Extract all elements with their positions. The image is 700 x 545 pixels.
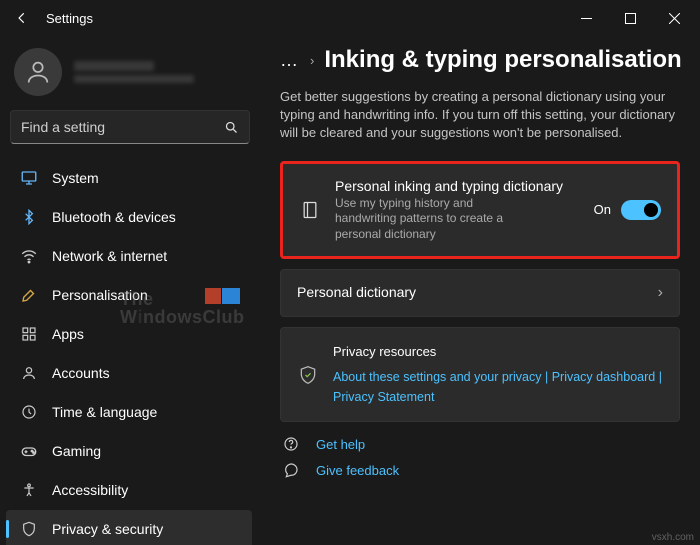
brush-icon [20,286,38,304]
nav-label: Accessibility [52,482,128,498]
page-description: Get better suggestions by creating a per… [260,82,700,161]
nav-label: System [52,170,99,186]
avatar [14,48,62,96]
privacy-link-about[interactable]: About these settings and your privacy [333,370,541,384]
give-feedback-label: Give feedback [316,463,399,478]
nav-list: System Bluetooth & devices Network & int… [4,158,256,545]
nav-gaming[interactable]: Gaming [6,432,252,470]
toggle-subtitle: Use my typing history and handwriting pa… [335,196,535,243]
close-button[interactable] [652,0,696,36]
privacy-title: Privacy resources [333,342,663,363]
nav-accounts[interactable]: Accounts [6,354,252,392]
feedback-icon [280,462,302,478]
privacy-resources-card: Privacy resources About these settings a… [280,327,680,422]
nav-label: Gaming [52,443,101,459]
title-bar: Settings [0,0,700,36]
privacy-link-statement[interactable]: Privacy Statement [333,390,434,404]
nav-label: Network & internet [52,248,167,264]
toggle-state-label: On [594,202,611,217]
nav-network[interactable]: Network & internet [6,237,252,275]
nav-label: Privacy & security [52,521,163,537]
main-content: … › Inking & typing personalisation Get … [260,36,700,545]
nav-accessibility[interactable]: Accessibility [6,471,252,509]
window-title: Settings [40,11,93,26]
nav-label: Time & language [52,404,157,420]
search-input[interactable]: Find a setting [10,110,250,144]
nav-system[interactable]: System [6,159,252,197]
breadcrumb-more[interactable]: … [280,50,300,71]
dictionary-toggle[interactable] [621,200,661,220]
help-icon [280,436,302,452]
maximize-button[interactable] [608,0,652,36]
wifi-icon [20,247,38,265]
back-button[interactable] [4,0,40,36]
nav-time-language[interactable]: Time & language [6,393,252,431]
nav-apps[interactable]: Apps [6,315,252,353]
user-profile[interactable] [4,42,256,110]
person-icon [20,364,38,382]
get-help-label: Get help [316,437,365,452]
bluetooth-icon [20,208,38,226]
toggle-title: Personal inking and typing dictionary [335,178,580,194]
dictionary-toggle-card: Personal inking and typing dictionary Us… [280,161,680,260]
nav-label: Accounts [52,365,110,381]
personal-dictionary-title: Personal dictionary [297,284,644,300]
monitor-icon [20,169,38,187]
chevron-right-icon: › [310,53,314,68]
privacy-link-dashboard[interactable]: Privacy dashboard [552,370,656,384]
user-name-blurred [74,61,194,83]
nav-personalisation[interactable]: Personalisation [6,276,252,314]
sidebar: Find a setting System Bluetooth & device… [0,36,260,545]
accessibility-icon [20,481,38,499]
apps-icon [20,325,38,343]
nav-label: Apps [52,326,84,342]
give-feedback-link[interactable]: Give feedback [280,462,680,478]
nav-bluetooth[interactable]: Bluetooth & devices [6,198,252,236]
clock-icon [20,403,38,421]
attribution: vsxh.com [652,532,694,543]
minimize-button[interactable] [564,0,608,36]
page-title: Inking & typing personalisation [324,46,681,74]
dictionary-icon [299,200,321,220]
get-help-link[interactable]: Get help [280,436,680,452]
chevron-right-icon: › [658,284,663,302]
nav-label: Bluetooth & devices [52,209,176,225]
shield-icon [20,520,38,538]
shield-check-icon [297,365,319,385]
nav-label: Personalisation [52,287,148,303]
personal-dictionary-card[interactable]: Personal dictionary › [280,269,680,317]
nav-privacy-security[interactable]: Privacy & security [6,510,252,545]
gaming-icon [20,442,38,460]
